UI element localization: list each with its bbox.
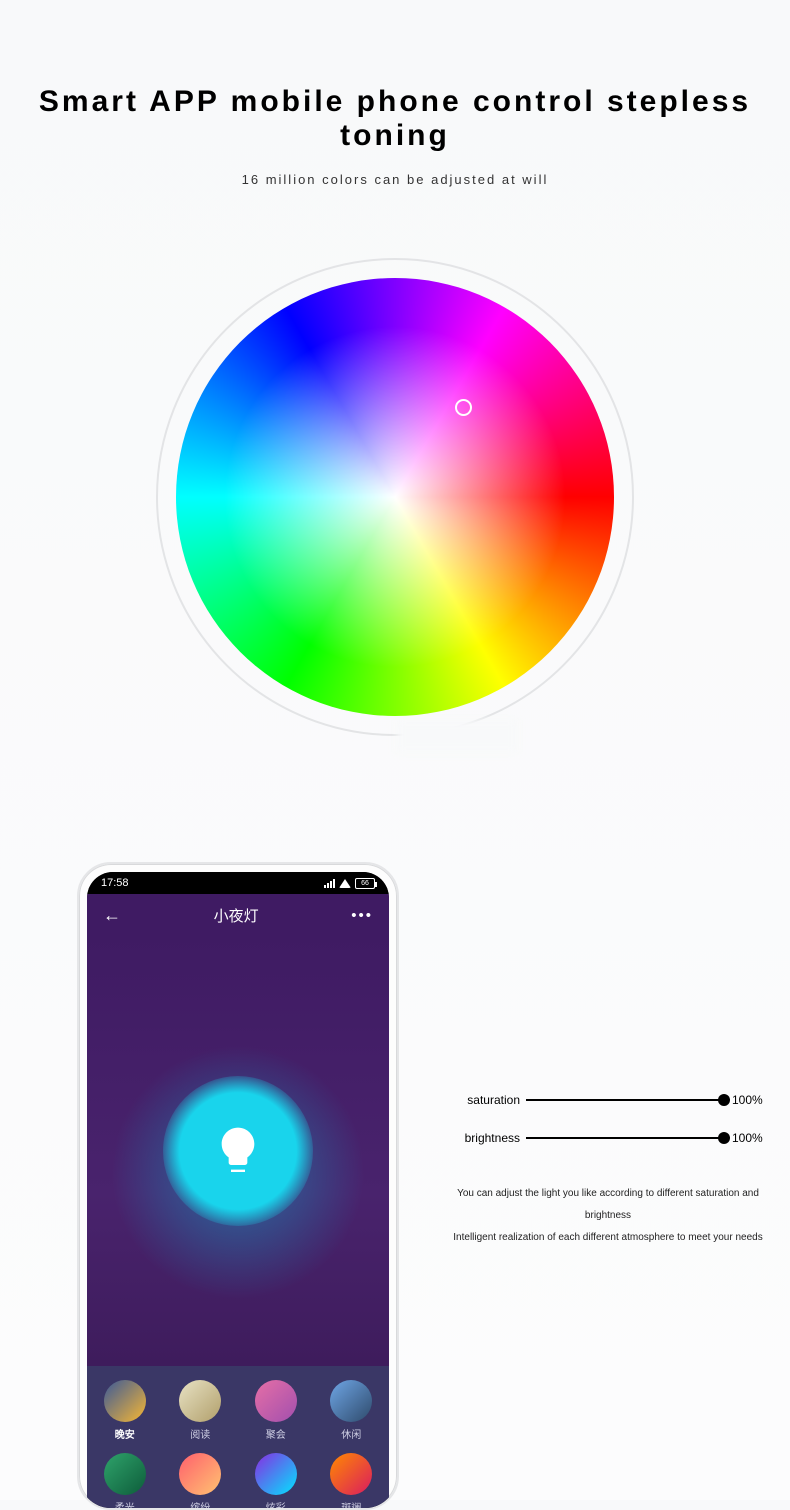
bulb-glow[interactable]	[163, 1076, 313, 1226]
brightness-label: brightness	[448, 1131, 526, 1145]
more-icon[interactable]: •••	[351, 907, 373, 924]
page-subhead: 16 million colors can be adjusted at wil…	[0, 172, 790, 187]
saturation-value: 100%	[724, 1093, 768, 1107]
scene-label: 炫彩	[266, 1499, 286, 1508]
app-title: 小夜灯	[214, 905, 259, 926]
app-bar: ← 小夜灯 •••	[87, 894, 389, 936]
adjust-panel: saturation 100% brightness 100% You can …	[448, 1093, 768, 1249]
scene-thumb	[330, 1453, 372, 1495]
saturation-track[interactable]	[526, 1099, 724, 1101]
scene-thumb	[104, 1453, 146, 1495]
page-headline: Smart APP mobile phone control stepless …	[0, 85, 790, 153]
scene-label: 缤纷	[190, 1499, 210, 1508]
brightness-thumb[interactable]	[718, 1132, 730, 1144]
scene-thumb	[255, 1380, 297, 1422]
signal-icon	[324, 879, 335, 888]
saturation-label: saturation	[448, 1093, 526, 1107]
scene-thumb	[179, 1380, 221, 1422]
brightness-value: 100%	[724, 1131, 768, 1145]
scene-thumb	[330, 1380, 372, 1422]
adjust-note: You can adjust the light you like accord…	[448, 1183, 768, 1249]
scene-thumb	[179, 1453, 221, 1495]
scene-item[interactable]: 休闲	[319, 1380, 383, 1441]
scene-label: 晚安	[115, 1426, 135, 1441]
scene-label: 斑斓	[341, 1499, 361, 1508]
scene-item[interactable]: 晚安	[93, 1380, 157, 1441]
scenes-panel: 晚安 阅读 聚会 休闲 柔光 缤纷 炫彩 斑斓	[87, 1366, 389, 1508]
status-bar: 17:58 66	[87, 872, 389, 894]
bulb-icon	[210, 1123, 266, 1179]
scene-label: 柔光	[115, 1499, 135, 1508]
brightness-slider[interactable]: brightness 100%	[448, 1131, 768, 1145]
color-wheel[interactable]	[176, 278, 614, 716]
app-body	[87, 936, 389, 1366]
back-icon[interactable]: ←	[103, 905, 121, 926]
scene-label: 聚会	[266, 1426, 286, 1441]
saturation-thumb[interactable]	[718, 1094, 730, 1106]
scene-label: 休闲	[341, 1426, 361, 1441]
phone-mock: 17:58 66 ← 小夜灯 ••• 晚安 阅读 聚会 休闲 柔光 缤纷 炫彩 斑斓	[77, 862, 399, 1510]
scene-item[interactable]: 阅读	[168, 1380, 232, 1441]
battery-icon: 66	[355, 878, 375, 889]
status-icons: 66	[324, 878, 375, 889]
color-picker-thumb[interactable]	[455, 399, 472, 416]
scene-label: 阅读	[190, 1426, 210, 1441]
status-time: 17:58	[101, 877, 129, 889]
wifi-icon	[339, 879, 351, 888]
brightness-track[interactable]	[526, 1137, 724, 1139]
scene-thumb	[104, 1380, 146, 1422]
scene-thumb	[255, 1453, 297, 1495]
phone-screen: 17:58 66 ← 小夜灯 ••• 晚安 阅读 聚会 休闲 柔光 缤纷 炫彩 斑斓	[87, 872, 389, 1508]
saturation-slider[interactable]: saturation 100%	[448, 1093, 768, 1107]
scene-item[interactable]: 聚会	[244, 1380, 308, 1441]
